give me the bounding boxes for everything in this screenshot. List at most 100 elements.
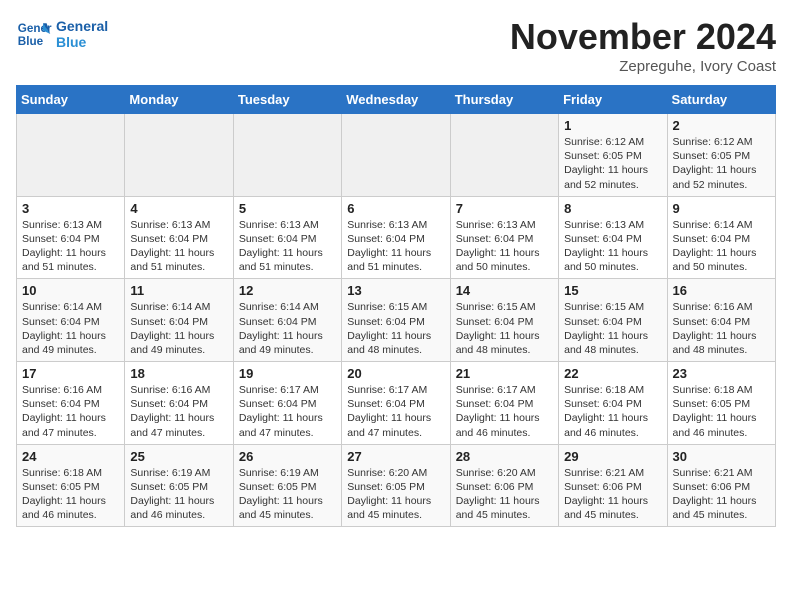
calendar-cell: [17, 114, 125, 197]
day-number: 24: [22, 449, 119, 464]
calendar-cell: 26Sunrise: 6:19 AM Sunset: 6:05 PM Dayli…: [233, 444, 341, 527]
calendar-cell: 15 Sunrise: 6:15 AM Sunset: 6:04 PM Dayli…: [559, 279, 667, 362]
day-info: Sunrise: 6:13 AM Sunset: 6:04 PM Dayligh…: [130, 218, 227, 275]
day-info: Sunrise: 6:14 AM Sunset: 6:04 PM Dayligh…: [130, 300, 227, 357]
day-number: 10: [22, 283, 119, 298]
day-info: Sunrise: 6:19 AM Sunset: 6:05 PM Dayligh…: [130, 466, 227, 523]
day-info: Sunrise: 6:14 AM Sunset: 6:04 PM Dayligh…: [239, 300, 336, 357]
calendar-cell: 7 Sunrise: 6:13 AM Sunset: 6:04 PM Daylig…: [450, 196, 558, 279]
day-info: Sunrise: 6:13 AM Sunset: 6:04 PM Dayligh…: [347, 218, 444, 275]
day-info: Sunrise: 6:13 AM Sunset: 6:04 PM Dayligh…: [456, 218, 553, 275]
day-info: Sunrise: 6:15 AM Sunset: 6:04 PM Dayligh…: [456, 300, 553, 357]
day-info: Sunrise: 6:17 AM Sunset: 6:04 PM Dayligh…: [347, 383, 444, 440]
calendar-cell: [342, 114, 450, 197]
title-block: November 2024 Zepreguhe, Ivory Coast: [510, 16, 776, 75]
calendar-cell: 17Sunrise: 6:16 AM Sunset: 6:04 PM Dayli…: [17, 362, 125, 445]
weekday-header: Friday: [559, 86, 667, 114]
day-number: 20: [347, 366, 444, 381]
calendar-cell: 5 Sunrise: 6:13 AM Sunset: 6:04 PM Daylig…: [233, 196, 341, 279]
calendar-table: SundayMondayTuesdayWednesdayThursdayFrid…: [16, 85, 776, 527]
day-info: Sunrise: 6:12 AM Sunset: 6:05 PM Dayligh…: [673, 135, 770, 192]
calendar-cell: 19 Sunrise: 6:17 AM Sunset: 6:04 PM Dayli…: [233, 362, 341, 445]
weekday-header: Saturday: [667, 86, 775, 114]
day-number: 17: [22, 366, 119, 381]
page-header: General Blue General Blue November 2024 …: [16, 16, 776, 75]
calendar-week-row: 17 Sunrise: 6:16 AM Sunset: 6:04 PM Dayli…: [17, 362, 776, 445]
logo: General Blue General Blue: [16, 16, 108, 52]
calendar-cell: [450, 114, 558, 197]
day-number: 4: [130, 201, 227, 216]
weekday-header: Monday: [125, 86, 233, 114]
calendar-cell: 16Sunrise: 6:16 AM Sunset: 6:04 PM Dayli…: [667, 279, 775, 362]
weekday-header: Sunday: [17, 86, 125, 114]
weekday-header: Wednesday: [342, 86, 450, 114]
day-info: Sunrise: 6:20 AM Sunset: 6:06 PM Dayligh…: [456, 466, 553, 523]
day-info: Sunrise: 6:12 AM Sunset: 6:05 PM Dayligh…: [564, 135, 661, 192]
day-info: Sunrise: 6:13 AM Sunset: 6:04 PM Dayligh…: [239, 218, 336, 275]
day-info: Sunrise: 6:15 AM Sunset: 6:04 PM Dayligh…: [347, 300, 444, 357]
calendar-week-row: 10 Sunrise: 6:14 AM Sunset: 6:04 PM Dayli…: [17, 279, 776, 362]
calendar-cell: 14Sunrise: 6:15 AM Sunset: 6:04 PM Dayli…: [450, 279, 558, 362]
logo-blue: Blue: [56, 34, 108, 50]
calendar-cell: 21 Sunrise: 6:17 AM Sunset: 6:04 PM Dayli…: [450, 362, 558, 445]
weekday-header-row: SundayMondayTuesdayWednesdayThursdayFrid…: [17, 86, 776, 114]
logo-general: General: [56, 18, 108, 34]
calendar-cell: 6 Sunrise: 6:13 AM Sunset: 6:04 PM Daylig…: [342, 196, 450, 279]
day-number: 8: [564, 201, 661, 216]
day-number: 18: [130, 366, 227, 381]
day-number: 6: [347, 201, 444, 216]
day-number: 25: [130, 449, 227, 464]
logo-icon: General Blue: [16, 16, 52, 52]
weekday-header: Tuesday: [233, 86, 341, 114]
weekday-header: Thursday: [450, 86, 558, 114]
calendar-cell: 29 Sunrise: 6:21 AM Sunset: 6:06 PM Dayli…: [559, 444, 667, 527]
day-info: Sunrise: 6:21 AM Sunset: 6:06 PM Dayligh…: [673, 466, 770, 523]
day-info: Sunrise: 6:16 AM Sunset: 6:04 PM Dayligh…: [130, 383, 227, 440]
day-info: Sunrise: 6:14 AM Sunset: 6:04 PM Dayligh…: [22, 300, 119, 357]
day-info: Sunrise: 6:17 AM Sunset: 6:04 PM Dayligh…: [456, 383, 553, 440]
day-number: 19: [239, 366, 336, 381]
day-info: Sunrise: 6:21 AM Sunset: 6:06 PM Dayligh…: [564, 466, 661, 523]
day-info: Sunrise: 6:13 AM Sunset: 6:04 PM Dayligh…: [22, 218, 119, 275]
day-info: Sunrise: 6:18 AM Sunset: 6:05 PM Dayligh…: [22, 466, 119, 523]
calendar-cell: 10 Sunrise: 6:14 AM Sunset: 6:04 PM Dayli…: [17, 279, 125, 362]
day-number: 3: [22, 201, 119, 216]
day-number: 29: [564, 449, 661, 464]
day-info: Sunrise: 6:17 AM Sunset: 6:04 PM Dayligh…: [239, 383, 336, 440]
calendar-cell: 9Sunrise: 6:14 AM Sunset: 6:04 PM Daylig…: [667, 196, 775, 279]
calendar-cell: 22Sunrise: 6:18 AM Sunset: 6:04 PM Dayli…: [559, 362, 667, 445]
calendar-week-row: 1 Sunrise: 6:12 AM Sunset: 6:05 PM Daylig…: [17, 114, 776, 197]
day-info: Sunrise: 6:15 AM Sunset: 6:04 PM Dayligh…: [564, 300, 661, 357]
calendar-cell: 24 Sunrise: 6:18 AM Sunset: 6:05 PM Dayli…: [17, 444, 125, 527]
day-number: 5: [239, 201, 336, 216]
calendar-cell: 23Sunrise: 6:18 AM Sunset: 6:05 PM Dayli…: [667, 362, 775, 445]
day-number: 1: [564, 118, 661, 133]
svg-text:Blue: Blue: [18, 35, 44, 48]
calendar-cell: 13 Sunrise: 6:15 AM Sunset: 6:04 PM Dayli…: [342, 279, 450, 362]
day-number: 28: [456, 449, 553, 464]
calendar-cell: 18 Sunrise: 6:16 AM Sunset: 6:04 PM Dayli…: [125, 362, 233, 445]
calendar-cell: 3 Sunrise: 6:13 AM Sunset: 6:04 PM Daylig…: [17, 196, 125, 279]
day-number: 9: [673, 201, 770, 216]
calendar-cell: [125, 114, 233, 197]
day-info: Sunrise: 6:18 AM Sunset: 6:04 PM Dayligh…: [564, 383, 661, 440]
day-number: 27: [347, 449, 444, 464]
calendar-cell: [233, 114, 341, 197]
day-number: 12: [239, 283, 336, 298]
day-number: 26: [239, 449, 336, 464]
day-info: Sunrise: 6:18 AM Sunset: 6:05 PM Dayligh…: [673, 383, 770, 440]
day-number: 16: [673, 283, 770, 298]
day-info: Sunrise: 6:13 AM Sunset: 6:04 PM Dayligh…: [564, 218, 661, 275]
calendar-cell: 8 Sunrise: 6:13 AM Sunset: 6:04 PM Daylig…: [559, 196, 667, 279]
calendar-cell: 28 Sunrise: 6:20 AM Sunset: 6:06 PM Dayli…: [450, 444, 558, 527]
day-number: 30: [673, 449, 770, 464]
calendar-cell: 2Sunrise: 6:12 AM Sunset: 6:05 PM Daylig…: [667, 114, 775, 197]
calendar-week-row: 3 Sunrise: 6:13 AM Sunset: 6:04 PM Daylig…: [17, 196, 776, 279]
day-number: 7: [456, 201, 553, 216]
day-info: Sunrise: 6:20 AM Sunset: 6:05 PM Dayligh…: [347, 466, 444, 523]
calendar-cell: 25 Sunrise: 6:19 AM Sunset: 6:05 PM Dayli…: [125, 444, 233, 527]
calendar-cell: 1 Sunrise: 6:12 AM Sunset: 6:05 PM Daylig…: [559, 114, 667, 197]
day-number: 15: [564, 283, 661, 298]
day-number: 13: [347, 283, 444, 298]
day-number: 21: [456, 366, 553, 381]
